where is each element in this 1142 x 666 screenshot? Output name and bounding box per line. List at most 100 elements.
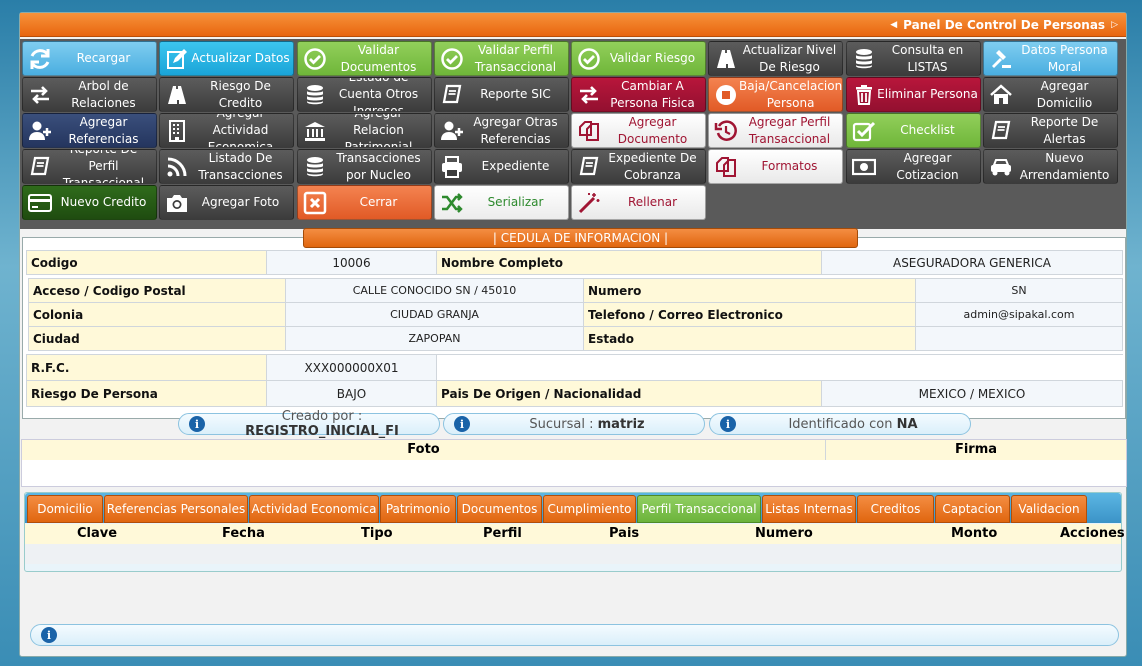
tab-captacion[interactable]: Captacion bbox=[935, 495, 1010, 523]
reporte-de-alertas-button[interactable]: Reporte De Alertas bbox=[983, 113, 1118, 148]
datos-persona-moral-button[interactable]: Datos Persona Moral bbox=[983, 41, 1118, 76]
check-circle-icon bbox=[576, 46, 602, 72]
listado-de-transacciones-button[interactable]: Listado De Transacciones bbox=[159, 149, 294, 184]
column-header-fecha[interactable]: Fecha bbox=[222, 526, 265, 541]
validar-riesgo-button[interactable]: Validar Riesgo bbox=[571, 41, 706, 76]
book-icon bbox=[27, 154, 53, 180]
book-icon bbox=[439, 82, 465, 108]
arbol-de-relaciones-label: Arbol de Relaciones bbox=[71, 78, 136, 110]
telefono-label: Telefono / Correo Electronico bbox=[583, 302, 916, 327]
shuffle-icon bbox=[439, 190, 465, 216]
column-header-perfil[interactable]: Perfil bbox=[483, 526, 522, 541]
agregar-otras-referencias-button[interactable]: Agregar Otras Referencias bbox=[434, 113, 569, 148]
tab-actividad-economica[interactable]: Actividad Economica bbox=[249, 495, 379, 523]
tab-referencias-personales[interactable]: Referencias Personales bbox=[104, 495, 248, 523]
column-header-clave[interactable]: Clave bbox=[77, 526, 117, 541]
agregar-relacion-patrimonial-button[interactable]: Agregar Relacion Patrimonial bbox=[297, 113, 432, 148]
tab-cumplimiento[interactable]: Cumplimiento bbox=[543, 495, 636, 523]
actualizar-datos-button[interactable]: Actualizar Datos bbox=[159, 41, 294, 76]
agregar-actividad-economica-button[interactable]: Agregar Actividad Economica bbox=[159, 113, 294, 148]
tab-creditos[interactable]: Creditos bbox=[857, 495, 934, 523]
actualizar-nivel-de-riesgo-button[interactable]: Actualizar Nivel De Riesgo bbox=[708, 41, 843, 76]
nombre-value: ASEGURADORA GENERICA bbox=[821, 250, 1123, 275]
checklist-button[interactable]: Checklist bbox=[846, 113, 981, 148]
validar-perfil-transaccional-button[interactable]: Validar Perfil Transaccional bbox=[434, 41, 569, 76]
tab-documentos[interactable]: Documentos bbox=[457, 495, 542, 523]
nuevo-credito-button[interactable]: Nuevo Credito bbox=[22, 185, 157, 220]
window-title: Panel De Control De Personas bbox=[903, 17, 1106, 32]
nuevo-arrendamiento-button[interactable]: Nuevo Arrendamiento bbox=[983, 149, 1118, 184]
agregar-cotizacion-button[interactable]: Agregar Cotizacion bbox=[846, 149, 981, 184]
database-icon bbox=[302, 82, 328, 108]
colonia-label: Colonia bbox=[28, 302, 286, 327]
transacciones-por-nucleo-button[interactable]: Transacciones por Nucleo bbox=[297, 149, 432, 184]
actualizar-nivel-de-riesgo-label: Actualizar Nivel De Riesgo bbox=[742, 42, 837, 74]
cerrar-button[interactable]: Cerrar bbox=[297, 185, 432, 220]
column-header-pais[interactable]: Pais bbox=[609, 526, 639, 541]
agregar-referencias-label: Agregar Referencias bbox=[68, 114, 139, 146]
action-toolbar: Recargar Actualizar Datos Validar Document… bbox=[20, 39, 1126, 229]
sucursal-value: matriz bbox=[597, 416, 645, 432]
serializar-label: Serializar bbox=[487, 195, 544, 209]
rellenar-button[interactable]: Rellenar bbox=[571, 185, 706, 220]
column-header-acciones[interactable]: Acciones bbox=[1060, 526, 1125, 541]
recargar-button[interactable]: Recargar bbox=[22, 41, 157, 76]
reporte-de-perfil-transaccional-button[interactable]: Reporte De Perfil Transaccional bbox=[22, 149, 157, 184]
validar-perfil-transaccional-label: Validar Perfil Transaccional bbox=[474, 42, 557, 74]
validar-documentos-button[interactable]: Validar Documentos bbox=[297, 41, 432, 76]
control-panel-window: ◀ Panel De Control De Personas ▷ Recarga… bbox=[19, 12, 1127, 657]
reporte-sic-label: Reporte SIC bbox=[480, 87, 551, 101]
column-header-monto[interactable]: Monto bbox=[951, 526, 997, 541]
telefono-value: admin@sipakal.com bbox=[915, 302, 1123, 327]
nuevo-arrendamiento-label: Nuevo Arrendamiento bbox=[1019, 150, 1110, 182]
tab-patrimonio[interactable]: Patrimonio bbox=[380, 495, 456, 523]
listado-de-transacciones-label: Listado De Transacciones bbox=[198, 150, 283, 182]
expediente-de-cobranza-button[interactable]: Expediente De Cobranza bbox=[571, 149, 706, 184]
collapse-left-icon[interactable]: ◀ bbox=[890, 20, 897, 30]
cambiar-a-persona-fisica-button[interactable]: Cambiar A Persona Fisica bbox=[571, 77, 706, 112]
foto-firma-section: Foto Firma bbox=[21, 439, 1127, 487]
estado-de-cuenta-otros-ingresos-button[interactable]: Estado de Cuenta Otros Ingresos bbox=[297, 77, 432, 112]
estado-label: Estado bbox=[583, 326, 916, 351]
agregar-documento-button[interactable]: Agregar Documento bbox=[571, 113, 706, 148]
tab-listas-internas[interactable]: Listas Internas bbox=[762, 495, 856, 523]
copy-icon bbox=[576, 118, 602, 144]
exchange-icon bbox=[27, 82, 53, 108]
eliminar-persona-button[interactable]: Eliminar Persona bbox=[846, 77, 981, 112]
actualizar-datos-label: Actualizar Datos bbox=[191, 51, 290, 65]
edit-icon bbox=[164, 46, 190, 72]
collapse-right-icon[interactable]: ▷ bbox=[1111, 20, 1118, 30]
agregar-referencias-button[interactable]: Agregar Referencias bbox=[22, 113, 157, 148]
serializar-button[interactable]: Serializar bbox=[434, 185, 569, 220]
consulta-en-listas-button[interactable]: Consulta en LISTAS bbox=[846, 41, 981, 76]
reporte-sic-button[interactable]: Reporte SIC bbox=[434, 77, 569, 112]
bank-icon bbox=[302, 118, 328, 144]
agregar-foto-button[interactable]: Agregar Foto bbox=[159, 185, 294, 220]
add-user-icon bbox=[27, 118, 53, 144]
agregar-domicilio-button[interactable]: Agregar Domicilio bbox=[983, 77, 1118, 112]
pais-label: Pais De Origen / Nacionalidad bbox=[436, 380, 822, 407]
tab-validacion[interactable]: Validacion bbox=[1011, 495, 1087, 523]
riesgo-de-credito-label: Riesgo De Credito bbox=[210, 78, 271, 110]
expediente-label: Expediente bbox=[481, 159, 550, 173]
status-bar: i bbox=[30, 624, 1119, 646]
formatos-button[interactable]: Formatos bbox=[708, 149, 843, 184]
column-header-numero[interactable]: Numero bbox=[755, 526, 813, 541]
identificado-value: NA bbox=[896, 416, 918, 432]
tab-bar: Domicilio Referencias Personales Actividad… bbox=[25, 493, 1121, 523]
arbol-de-relaciones-button[interactable]: Arbol de Relaciones bbox=[22, 77, 157, 112]
expediente-button[interactable]: Expediente bbox=[434, 149, 569, 184]
riesgo-label: Riesgo De Persona bbox=[26, 380, 267, 407]
checkbox-icon bbox=[851, 118, 877, 144]
tab-domicilio[interactable]: Domicilio bbox=[27, 495, 103, 523]
reporte-de-alertas-label: Reporte De Alertas bbox=[1030, 114, 1099, 146]
road-icon bbox=[164, 82, 190, 108]
consulta-en-listas-label: Consulta en LISTAS bbox=[891, 42, 964, 74]
tab-perfil-transaccional[interactable]: Perfil Transaccional bbox=[637, 495, 761, 523]
ciudad-label: Ciudad bbox=[28, 326, 286, 351]
column-header-tipo[interactable]: Tipo bbox=[361, 526, 393, 541]
info-pills: i Creado por : REGISTRO_INICIAL_FI i Suc… bbox=[20, 409, 1126, 439]
baja-cancelacion-persona-button[interactable]: Baja/Cancelacion Persona bbox=[708, 77, 843, 112]
agregar-perfil-transaccional-button[interactable]: Agregar Perfil Transaccional bbox=[708, 113, 843, 148]
riesgo-de-credito-button[interactable]: Riesgo De Credito bbox=[159, 77, 294, 112]
